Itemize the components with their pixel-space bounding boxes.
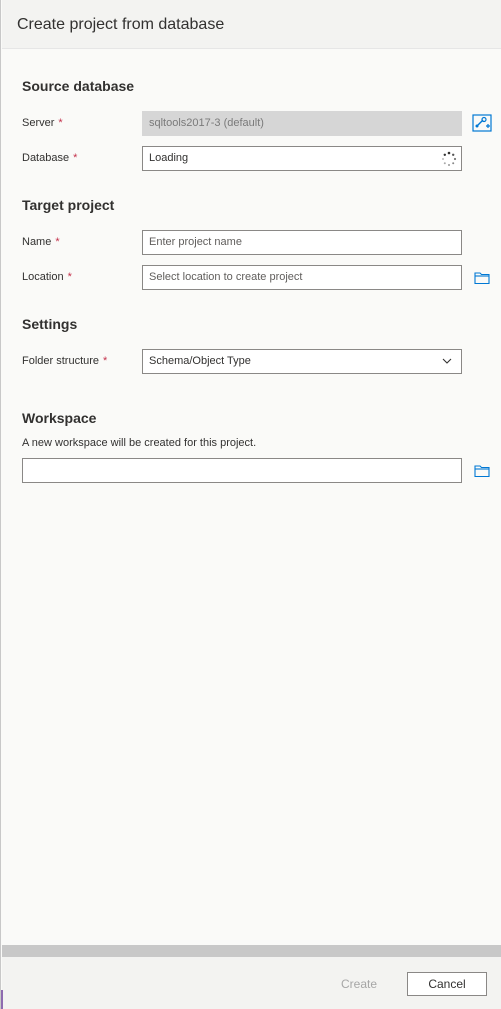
location-label: Location * [22, 271, 72, 283]
connect-server-icon [472, 114, 492, 132]
location-placeholder: Select location to create project [149, 271, 303, 283]
required-marker: * [67, 271, 72, 283]
connect-server-button[interactable] [471, 112, 493, 134]
server-label: Server * [22, 117, 63, 129]
database-dropdown[interactable]: Loading [142, 146, 462, 171]
section-title-target: Target project [22, 197, 115, 213]
browse-workspace-button[interactable] [471, 460, 493, 482]
location-input[interactable]: Select location to create project [142, 265, 462, 290]
database-label: Database * [22, 152, 77, 164]
footer-divider [2, 945, 501, 957]
create-button[interactable]: Create [319, 972, 399, 996]
dialog-title: Create project from database [17, 16, 225, 33]
name-label-text: Name [22, 236, 52, 248]
database-value: Loading [149, 152, 189, 164]
database-label-text: Database [22, 152, 70, 164]
dialog-header: Create project from database [2, 0, 501, 49]
window-accent [1, 990, 3, 1009]
workspace-helper-text: A new workspace will be created for this… [22, 437, 257, 449]
folder-structure-dropdown[interactable]: Schema/Object Type [142, 349, 462, 374]
folder-structure-label-text: Folder structure [22, 355, 100, 367]
server-field: sqltools2017-3 (default) [142, 111, 462, 136]
chevron-down-icon [442, 358, 452, 364]
section-title-workspace: Workspace [22, 410, 97, 426]
folder-structure-label: Folder structure * [22, 355, 107, 367]
server-value: sqltools2017-3 (default) [149, 117, 264, 129]
dialog: Create project from database Source data… [0, 0, 501, 1009]
loading-spinner-icon [442, 151, 457, 166]
section-title-settings: Settings [22, 316, 78, 332]
location-label-text: Location [22, 271, 64, 283]
project-name-placeholder: Enter project name [149, 236, 242, 248]
required-marker: * [73, 152, 78, 164]
folder-icon [474, 272, 490, 285]
browse-location-button[interactable] [471, 267, 493, 289]
project-name-input[interactable]: Enter project name [142, 230, 462, 255]
name-label: Name * [22, 236, 60, 248]
folder-structure-value: Schema/Object Type [149, 355, 251, 367]
server-label-text: Server [22, 117, 55, 129]
required-marker: * [103, 355, 108, 367]
folder-icon [474, 465, 490, 478]
cancel-button[interactable]: Cancel [407, 972, 487, 996]
section-title-source: Source database [22, 78, 135, 94]
required-marker: * [58, 117, 63, 129]
workspace-input[interactable] [22, 458, 462, 483]
required-marker: * [55, 236, 60, 248]
